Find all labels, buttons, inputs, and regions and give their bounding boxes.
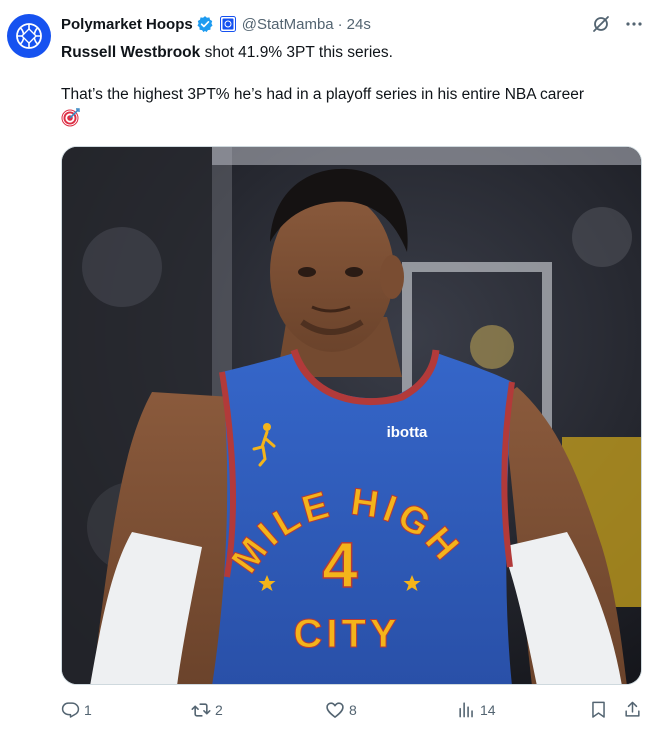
tweet-text-line-2: That’s the highest 3PT% he’s had in a pl… <box>61 86 584 103</box>
reply-count: 1 <box>84 701 92 718</box>
share-button[interactable] <box>623 700 642 719</box>
polymarket-hoops-logo-icon <box>16 23 42 49</box>
tweet-text: Russell Westbrook shot 41.9% 3PT this se… <box>61 42 646 133</box>
tweet-text-line-1: Russell Westbrook shot 41.9% 3PT this se… <box>61 42 646 63</box>
bookmark-icon <box>592 701 605 718</box>
retweet-button[interactable]: 2 <box>191 700 223 720</box>
mention-player-name: Russell Westbrook <box>61 44 201 61</box>
avatar[interactable] <box>7 14 51 58</box>
tweet-actions: 1 2 8 14 <box>61 700 651 724</box>
tweet-top-actions <box>591 14 643 34</box>
heart-icon <box>326 702 344 718</box>
verified-badge-icon[interactable] <box>196 15 214 33</box>
jersey-sponsor: ibotta <box>387 424 428 441</box>
grok-icon[interactable] <box>591 14 611 34</box>
tweet-header: Polymarket Hoops @StatMamba · 24s <box>61 15 371 33</box>
views-count: 14 <box>480 701 496 718</box>
views-chart-icon <box>459 702 473 718</box>
player-photo: ibotta MILE HIGH 4 CITY <box>62 147 641 684</box>
reply-button[interactable]: 1 <box>61 700 92 719</box>
author-handle[interactable]: @StatMamba <box>242 16 334 33</box>
jersey-number: 4 <box>322 529 358 601</box>
author-name[interactable]: Polymarket Hoops <box>61 16 193 33</box>
timestamp[interactable]: 24s <box>347 16 371 33</box>
bookmark-button[interactable] <box>589 700 608 719</box>
share-icon <box>625 701 640 717</box>
retweet-icon <box>191 703 211 717</box>
reply-icon <box>61 702 80 718</box>
separator: · <box>337 15 343 33</box>
affiliate-badge-icon[interactable] <box>219 16 236 32</box>
direct-hit-emoji-icon <box>61 107 81 133</box>
jersey-wordmark-bottom: CITY <box>293 612 400 656</box>
retweet-count: 2 <box>215 702 223 718</box>
more-options-icon[interactable] <box>625 15 643 33</box>
like-count: 8 <box>349 702 357 718</box>
views-button[interactable]: 14 <box>457 700 496 719</box>
tweet-media-image[interactable]: ibotta MILE HIGH 4 CITY <box>61 146 642 685</box>
tweet-text-rest: shot 41.9% 3PT this series. <box>200 44 393 61</box>
like-button[interactable]: 8 <box>325 700 357 720</box>
